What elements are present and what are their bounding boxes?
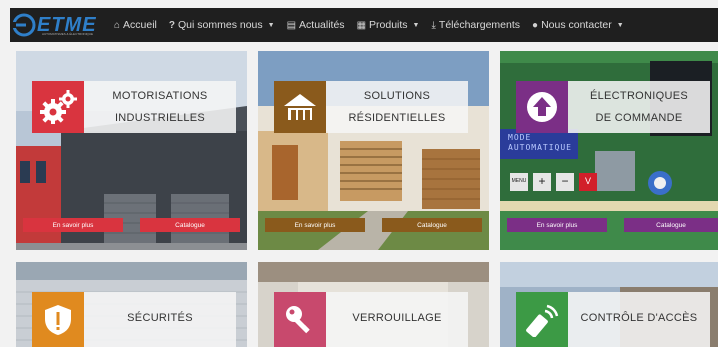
upload-icon <box>527 92 557 122</box>
nav-label: Produits <box>369 19 408 31</box>
nav-label: Téléchargements <box>438 19 521 31</box>
logo-mark-icon <box>12 13 36 37</box>
nav-label: Actualités <box>299 19 345 31</box>
card-title: SOLUTIONS RÉSIDENTIELLES <box>348 90 446 124</box>
card-solutions-residentielles[interactable]: SOLUTIONS RÉSIDENTIELLES En savoir plus … <box>258 51 489 250</box>
card-icon-box <box>516 81 568 133</box>
nav-item-produits[interactable]: ▦ Produits ▼ <box>357 19 420 31</box>
card-icon-box <box>32 292 84 347</box>
shield-alert-icon <box>45 304 71 335</box>
remote-icon <box>526 304 559 337</box>
nav-item-telechargements[interactable]: ⤓ Téléchargements <box>431 19 520 31</box>
briefcase-icon: ▦ <box>356 19 367 31</box>
card-title: CONTRÔLE D'ACCÈS <box>580 312 698 324</box>
en-savoir-plus-button[interactable]: En savoir plus <box>23 218 123 232</box>
card-motorisations-industrielles[interactable]: MOTORISATIONS INDUSTRIELLES En savoir pl… <box>16 51 247 250</box>
catalogue-button[interactable]: Catalogue <box>624 218 718 232</box>
card-title: MOTORISATIONS INDUSTRIELLES <box>112 90 208 124</box>
card-icon-box <box>516 292 568 347</box>
gears-icon <box>40 90 77 124</box>
panel-key-plus: + <box>538 174 546 188</box>
panel-key-menu: MENU <box>511 178 527 184</box>
catalogue-button[interactable]: Catalogue <box>382 218 482 232</box>
card-title: VERROUILLAGE <box>352 312 442 324</box>
nav-label: Nous contacter <box>541 19 612 31</box>
nav-label: Qui sommes nous <box>178 19 263 31</box>
caret-down-icon: ▼ <box>412 21 420 29</box>
card-controle-d-acces[interactable]: CONTRÔLE D'ACCÈS <box>500 262 718 347</box>
main-nav: ⌂ Accueil ? Qui sommes nous ▼ ▤ Actualit… <box>114 8 636 42</box>
nav-label: Accueil <box>123 19 157 31</box>
card-verrouillage[interactable]: VERROUILLAGE <box>258 262 489 347</box>
card-electroniques-de-commande[interactable]: MODE AUTOMATIQUE MENU + − V ÉLECTRONIQUE… <box>500 51 718 250</box>
panel-display-text: MODE AUTOMATIQUE <box>508 133 572 152</box>
brand-tagline: AUTOMATISMES & ÉLECTRONIQUE <box>42 32 94 36</box>
house-icon <box>284 94 316 120</box>
newspaper-icon: ▤ <box>286 19 297 31</box>
home-icon: ⌂ <box>114 19 121 31</box>
card-icon-box <box>274 292 326 347</box>
chat-icon: ● <box>532 19 539 31</box>
catalogue-button[interactable]: Catalogue <box>140 218 240 232</box>
card-title: SÉCURITÉS <box>127 312 193 324</box>
nav-item-nous-contacter[interactable]: ● Nous contacter ▼ <box>532 19 624 31</box>
panel-key-minus: − <box>561 174 569 188</box>
nav-item-actualites[interactable]: ▤ Actualités <box>287 19 345 31</box>
card-icon-box <box>274 81 326 133</box>
card-title: ÉLECTRONIQUES DE COMMANDE <box>589 90 689 124</box>
key-icon <box>286 305 310 333</box>
brand-logo[interactable]: ETME AUTOMATISMES & ÉLECTRONIQUE <box>12 8 112 42</box>
nav-item-qui-sommes-nous[interactable]: ? Qui sommes nous ▼ <box>169 19 275 31</box>
question-icon: ? <box>168 19 176 31</box>
card-icon-box <box>32 81 84 133</box>
top-navbar: ETME AUTOMATISMES & ÉLECTRONIQUE ⌂ Accue… <box>10 8 718 42</box>
en-savoir-plus-button[interactable]: En savoir plus <box>265 218 365 232</box>
en-savoir-plus-button[interactable]: En savoir plus <box>507 218 607 232</box>
caret-down-icon: ▼ <box>616 21 624 29</box>
download-icon: ⤓ <box>431 19 436 31</box>
card-securites[interactable]: SÉCURITÉS <box>16 262 247 347</box>
caret-down-icon: ▼ <box>267 21 275 29</box>
panel-key-v: V <box>584 176 591 186</box>
nav-item-accueil[interactable]: ⌂ Accueil <box>114 19 157 31</box>
